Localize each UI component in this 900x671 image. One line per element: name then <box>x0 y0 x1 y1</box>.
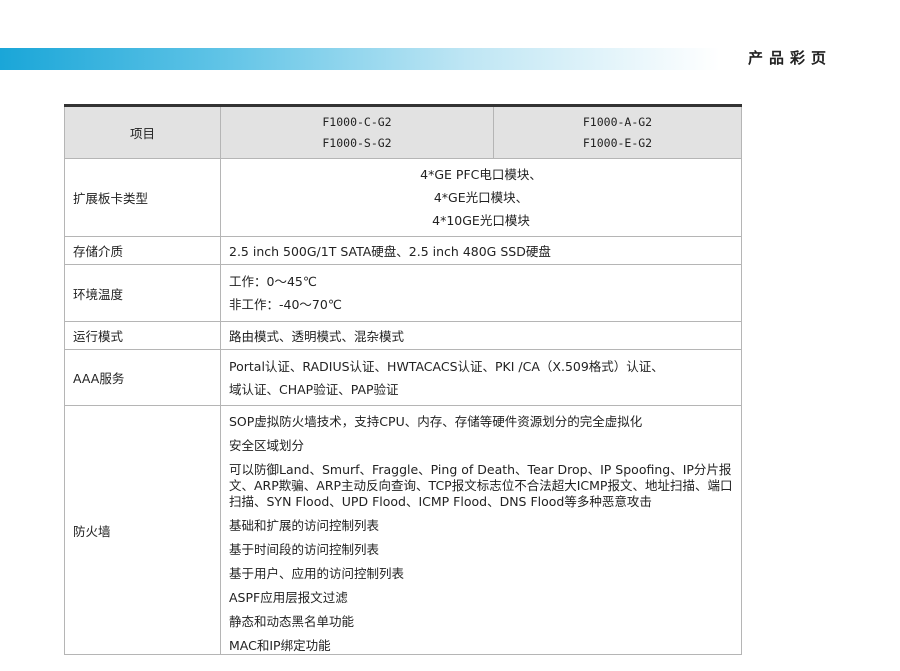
value-line: 域认证、CHAP验证、PAP验证 <box>229 381 399 397</box>
table-row-temperature: 环境温度 工作：0～45℃ 非工作：-40～70℃ <box>64 264 742 322</box>
row-label: 扩展板卡类型 <box>64 158 221 237</box>
storage-value: 2.5 inch 500G/1T SATA硬盘、2.5 inch 480G SS… <box>220 236 742 265</box>
row-label: 防火墙 <box>64 405 221 655</box>
expansion-value: 4*GE PFC电口模块、 4*GE光口模块、 4*10GE光口模块 <box>220 158 742 237</box>
value-line: 4*GE PFC电口模块、 <box>420 167 542 182</box>
header-label-cell: 项目 <box>64 105 221 159</box>
table-header-row: 项目 F1000-C-G2 F1000-S-G2 F1000-A-G2 F100… <box>64 105 742 159</box>
value-line: 4*GE光口模块、 <box>433 190 529 205</box>
table-row-aaa: AAA服务 Portal认证、RADIUS认证、HWTACACS认证、PKI /… <box>64 349 742 406</box>
row-label: 运行模式 <box>64 321 221 350</box>
model-name: F1000-S-G2 <box>322 135 392 150</box>
list-item: 基于用户、应用的访问控制列表 <box>229 566 405 581</box>
value-line: 工作：0～45℃ <box>229 274 317 289</box>
row-label: 环境温度 <box>64 264 221 322</box>
value-line: 非工作：-40～70℃ <box>229 297 342 312</box>
table-row-expansion: 扩展板卡类型 4*GE PFC电口模块、 4*GE光口模块、 4*10GE光口模… <box>64 158 742 237</box>
list-item: SOP虚拟防火墙技术，支持CPU、内存、存储等硬件资源划分的完全虚拟化 <box>229 414 643 429</box>
header-label: 项目 <box>129 126 155 141</box>
header-gradient-band <box>0 48 720 70</box>
temperature-value: 工作：0～45℃ 非工作：-40～70℃ <box>220 264 742 322</box>
page-header: 产品彩页 <box>0 48 900 70</box>
aaa-value: Portal认证、RADIUS认证、HWTACACS认证、PKI /CA（X.5… <box>220 349 742 406</box>
row-label: 存储介质 <box>64 236 221 265</box>
value-line: 4*10GE光口模块 <box>432 213 530 228</box>
list-item: 安全区域划分 <box>229 438 305 453</box>
table-row-firewall: 防火墙 SOP虚拟防火墙技术，支持CPU、内存、存储等硬件资源划分的完全虚拟化 … <box>64 405 742 655</box>
mode-value: 路由模式、透明模式、混杂模式 <box>220 321 742 350</box>
model-name: F1000-E-G2 <box>582 135 653 150</box>
value-line: Portal认证、RADIUS认证、HWTACACS认证、PKI /CA（X.5… <box>229 358 664 374</box>
firewall-value: SOP虚拟防火墙技术，支持CPU、内存、存储等硬件资源划分的完全虚拟化 安全区域… <box>220 405 742 655</box>
model-name: F1000-A-G2 <box>582 114 653 129</box>
header-models-b: F1000-A-G2 F1000-E-G2 <box>493 105 742 159</box>
list-item: 基础和扩展的访问控制列表 <box>229 518 380 533</box>
list-item: ASPF应用层报文过滤 <box>229 590 348 605</box>
list-item: MAC和IP绑定功能 <box>229 638 331 653</box>
list-item: 静态和动态黑名单功能 <box>229 614 355 629</box>
spec-table: 项目 F1000-C-G2 F1000-S-G2 F1000-A-G2 F100… <box>64 104 742 655</box>
model-name: F1000-C-G2 <box>322 114 392 129</box>
list-item: 可以防御Land、Smurf、Fraggle、Ping of Death、Tea… <box>229 462 733 509</box>
page-header-title: 产品彩页 <box>748 49 833 67</box>
header-models-a: F1000-C-G2 F1000-S-G2 <box>220 105 494 159</box>
list-item: 基于时间段的访问控制列表 <box>229 542 380 557</box>
table-row-mode: 运行模式 路由模式、透明模式、混杂模式 <box>64 321 742 350</box>
row-label: AAA服务 <box>64 349 221 406</box>
table-row-storage: 存储介质 2.5 inch 500G/1T SATA硬盘、2.5 inch 48… <box>64 236 742 265</box>
